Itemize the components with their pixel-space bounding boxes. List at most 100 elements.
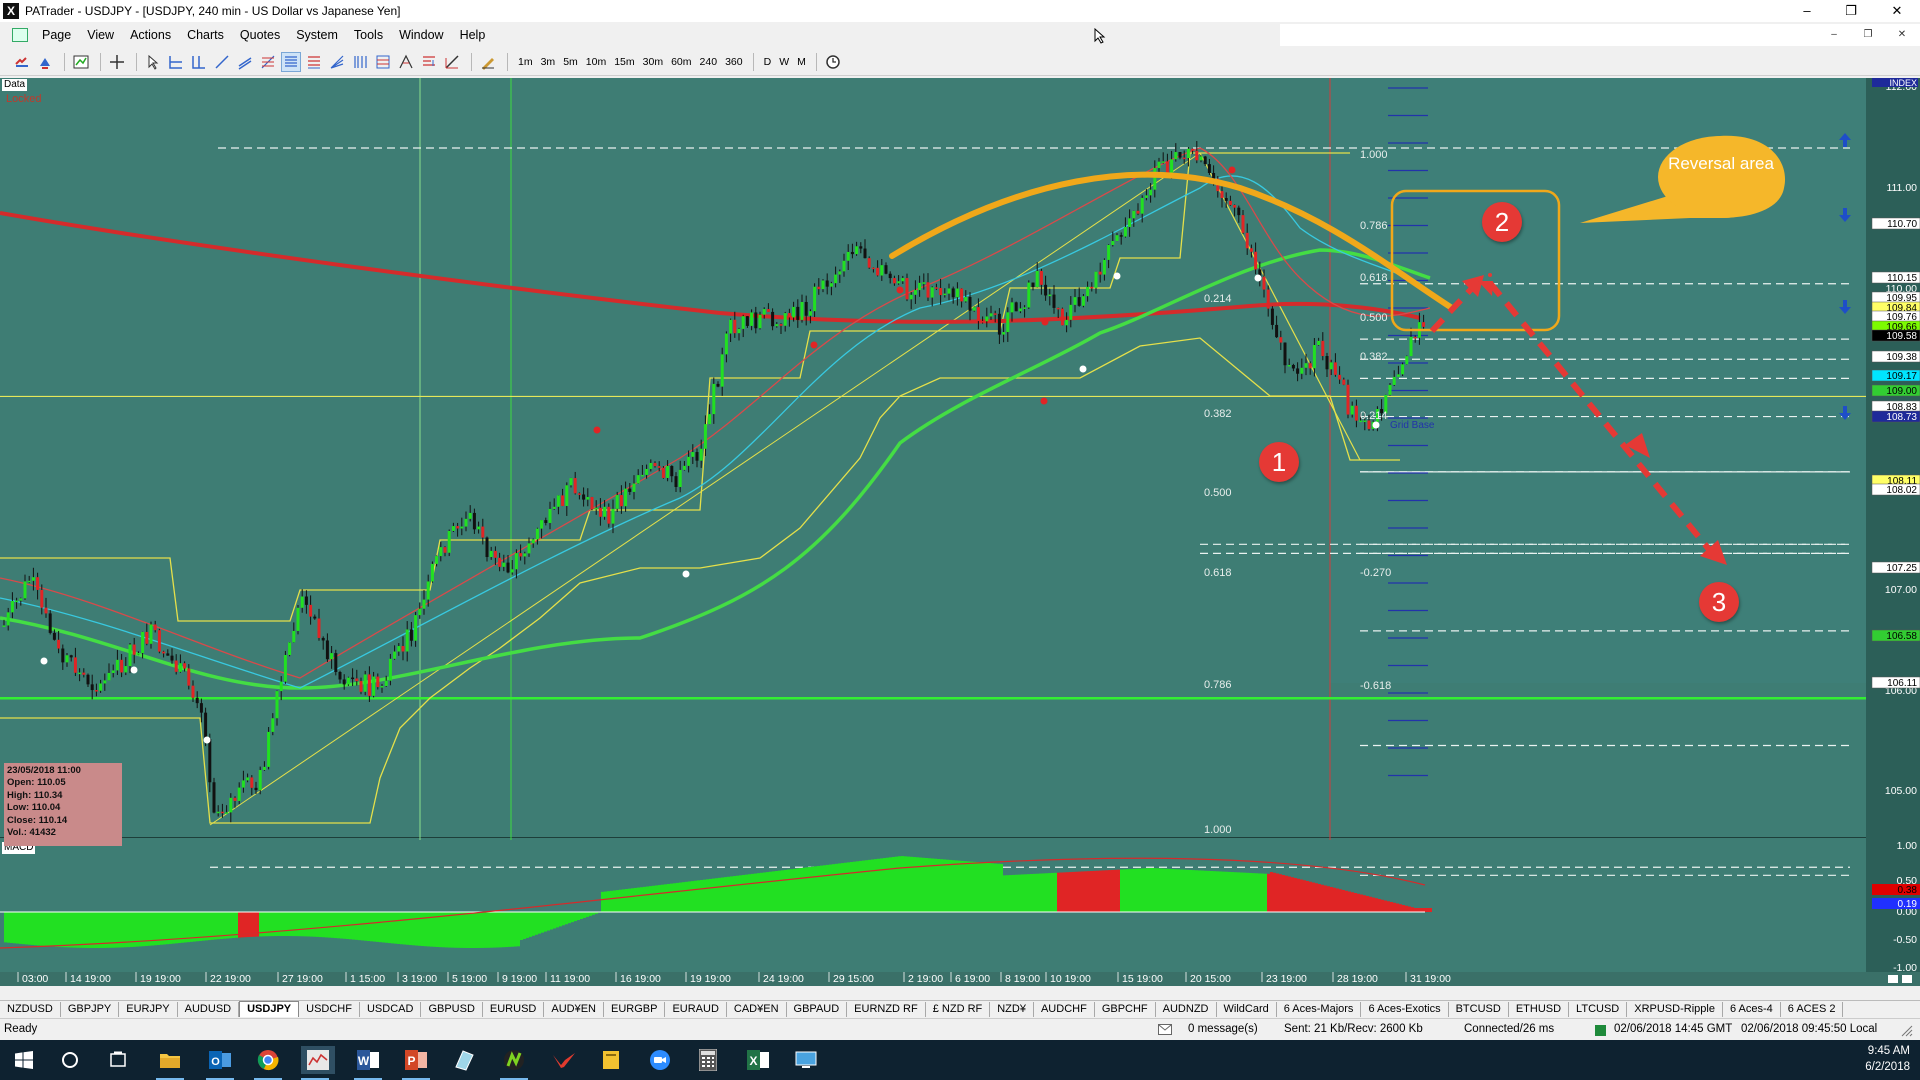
symbol-tab[interactable]: GBPJPY bbox=[61, 1001, 120, 1017]
symbol-tab[interactable]: WildCard bbox=[1217, 1001, 1277, 1017]
fib-extension-icon[interactable] bbox=[304, 52, 324, 72]
period-monthly[interactable]: M bbox=[793, 56, 810, 68]
menu-help[interactable]: Help bbox=[452, 28, 494, 42]
symbol-tab[interactable]: USDCAD bbox=[360, 1001, 422, 1017]
symbol-tab[interactable]: XRPUSD-Ripple bbox=[1627, 1001, 1723, 1017]
timeframe-360[interactable]: 360 bbox=[721, 56, 747, 68]
symbol-tab[interactable]: ETHUSD bbox=[1509, 1001, 1570, 1017]
period-weekly[interactable]: W bbox=[775, 56, 793, 68]
mdi-restore-button[interactable]: ❐ bbox=[1854, 28, 1882, 42]
zoom-app-icon[interactable] bbox=[646, 1046, 674, 1074]
word-icon[interactable]: W bbox=[354, 1046, 382, 1080]
pitchfork-icon[interactable] bbox=[396, 52, 416, 72]
symbol-tab[interactable]: 6 Aces-Exotics bbox=[1361, 1001, 1449, 1017]
symbol-tab[interactable]: GBPUSD bbox=[421, 1001, 483, 1017]
timeframe-240[interactable]: 240 bbox=[696, 56, 722, 68]
pointer-icon[interactable] bbox=[143, 52, 163, 72]
menu-quotes[interactable]: Quotes bbox=[232, 28, 288, 42]
symbol-tab[interactable]: EURNZD RF bbox=[847, 1001, 926, 1017]
menu-actions[interactable]: Actions bbox=[122, 28, 179, 42]
symbol-tab[interactable]: AUDCHF bbox=[1034, 1001, 1095, 1017]
timeframe-15m[interactable]: 15m bbox=[610, 56, 638, 68]
symbol-tab[interactable]: USDJPY bbox=[239, 1001, 300, 1017]
symbol-tab[interactable]: EURUSD bbox=[483, 1001, 545, 1017]
clock-icon[interactable] bbox=[823, 52, 843, 72]
symbol-tab[interactable]: EURJPY bbox=[119, 1001, 178, 1017]
connect-icon[interactable] bbox=[12, 52, 32, 72]
outlook-icon[interactable]: O bbox=[206, 1046, 234, 1080]
timeframe-5m[interactable]: 5m bbox=[559, 56, 582, 68]
symbol-tab[interactable]: EURAUD bbox=[665, 1001, 727, 1017]
chart-canvas[interactable]: 1.0000.7860.6180.5000.3820.2140.2140.382… bbox=[0, 78, 1920, 986]
excel-icon[interactable]: X bbox=[744, 1046, 772, 1074]
symbol-tab[interactable]: BTCUSD bbox=[1449, 1001, 1509, 1017]
search-icon[interactable] bbox=[56, 1046, 84, 1074]
symbol-tab[interactable]: USDCHF bbox=[299, 1001, 360, 1017]
period-daily[interactable]: D bbox=[760, 56, 776, 68]
folder-icon[interactable] bbox=[598, 1046, 626, 1074]
timeframe-1m[interactable]: 1m bbox=[514, 56, 537, 68]
fan-icon[interactable] bbox=[327, 52, 347, 72]
symbol-tab[interactable]: GBPAUD bbox=[787, 1001, 848, 1017]
menu-page[interactable]: Page bbox=[34, 28, 79, 42]
channel-icon[interactable] bbox=[235, 52, 255, 72]
menu-system[interactable]: System bbox=[288, 28, 346, 42]
price-chart[interactable]: 1.000 0.786 0.618 0.500 0.382 0.214 0.214 0.382… bbox=[0, 78, 1920, 986]
minimize-button[interactable]: – bbox=[1784, 0, 1830, 22]
symbol-tab[interactable]: £ NZD RF bbox=[926, 1001, 991, 1017]
symbol-tab[interactable]: GBPCHF bbox=[1095, 1001, 1156, 1017]
mdi-close-button[interactable]: ✕ bbox=[1888, 28, 1916, 42]
symbol-tab[interactable]: NZD¥ bbox=[990, 1001, 1034, 1017]
symbol-tab[interactable]: NZDUSD bbox=[0, 1001, 61, 1017]
status-messages[interactable]: 0 message(s) bbox=[1188, 1023, 1258, 1035]
symbol-tab[interactable]: 6 ACES 2 bbox=[1781, 1001, 1844, 1017]
close-button[interactable]: ✕ bbox=[1874, 0, 1920, 22]
menu-tools[interactable]: Tools bbox=[346, 28, 391, 42]
trading-app-icon[interactable] bbox=[500, 1046, 528, 1080]
time-zones-icon[interactable] bbox=[350, 52, 370, 72]
taskbar-clock[interactable]: 9:45 AM 6/2/2018 bbox=[1865, 1043, 1910, 1075]
fibonacci-icon[interactable] bbox=[258, 52, 278, 72]
file-explorer-icon[interactable] bbox=[156, 1046, 184, 1080]
calculator-icon[interactable] bbox=[694, 1046, 722, 1074]
macd-bar bbox=[1120, 869, 1123, 912]
notes-app-icon[interactable] bbox=[450, 1046, 478, 1074]
powerpoint-icon[interactable]: P bbox=[402, 1046, 430, 1080]
fib-retracement-icon[interactable] bbox=[281, 51, 301, 72]
horizontal-line-icon[interactable] bbox=[166, 52, 186, 72]
gann-icon[interactable] bbox=[373, 52, 393, 72]
symbol-tab[interactable]: 6 Aces-Majors bbox=[1277, 1001, 1362, 1017]
draw-tools-icon[interactable] bbox=[478, 52, 498, 72]
timeframe-30m[interactable]: 30m bbox=[639, 56, 667, 68]
symbol-tab[interactable]: AUDNZD bbox=[1156, 1001, 1217, 1017]
menu-view[interactable]: View bbox=[79, 28, 122, 42]
task-view-icon[interactable] bbox=[104, 1046, 132, 1074]
fib-level-label: 0.618 bbox=[1360, 272, 1388, 284]
symbol-tab[interactable]: EURGBP bbox=[604, 1001, 666, 1017]
symbol-tab[interactable]: CAD¥EN bbox=[727, 1001, 787, 1017]
timeframe-10m[interactable]: 10m bbox=[582, 56, 610, 68]
symbol-tab[interactable]: LTCUSD bbox=[1569, 1001, 1628, 1017]
menu-window[interactable]: Window bbox=[391, 28, 451, 42]
symbol-tab[interactable]: AUD¥EN bbox=[544, 1001, 604, 1017]
patrader-icon[interactable] bbox=[301, 1046, 335, 1080]
trade-icon[interactable] bbox=[35, 52, 55, 72]
mdi-minimize-button[interactable]: – bbox=[1820, 28, 1848, 42]
menu-charts[interactable]: Charts bbox=[179, 28, 232, 42]
symbol-tab[interactable]: AUDUSD bbox=[178, 1001, 240, 1017]
resize-grip-icon[interactable] bbox=[1898, 1022, 1914, 1038]
maximize-button[interactable]: ❐ bbox=[1828, 0, 1874, 22]
levels-icon[interactable] bbox=[419, 52, 439, 72]
crosshair-icon[interactable] bbox=[107, 52, 127, 72]
chrome-icon[interactable] bbox=[254, 1046, 282, 1080]
red-app-icon[interactable] bbox=[550, 1046, 578, 1074]
ruler-icon[interactable] bbox=[442, 52, 462, 72]
trend-line-icon[interactable] bbox=[212, 52, 232, 72]
timeframe-3m[interactable]: 3m bbox=[537, 56, 560, 68]
vertical-line-icon[interactable] bbox=[189, 52, 209, 72]
symbol-tab[interactable]: 6 Aces-4 bbox=[1723, 1001, 1781, 1017]
windows-start-icon[interactable] bbox=[10, 1046, 38, 1074]
timeframe-60m[interactable]: 60m bbox=[667, 56, 695, 68]
remote-desktop-icon[interactable] bbox=[792, 1046, 820, 1074]
new-chart-icon[interactable] bbox=[71, 52, 91, 72]
